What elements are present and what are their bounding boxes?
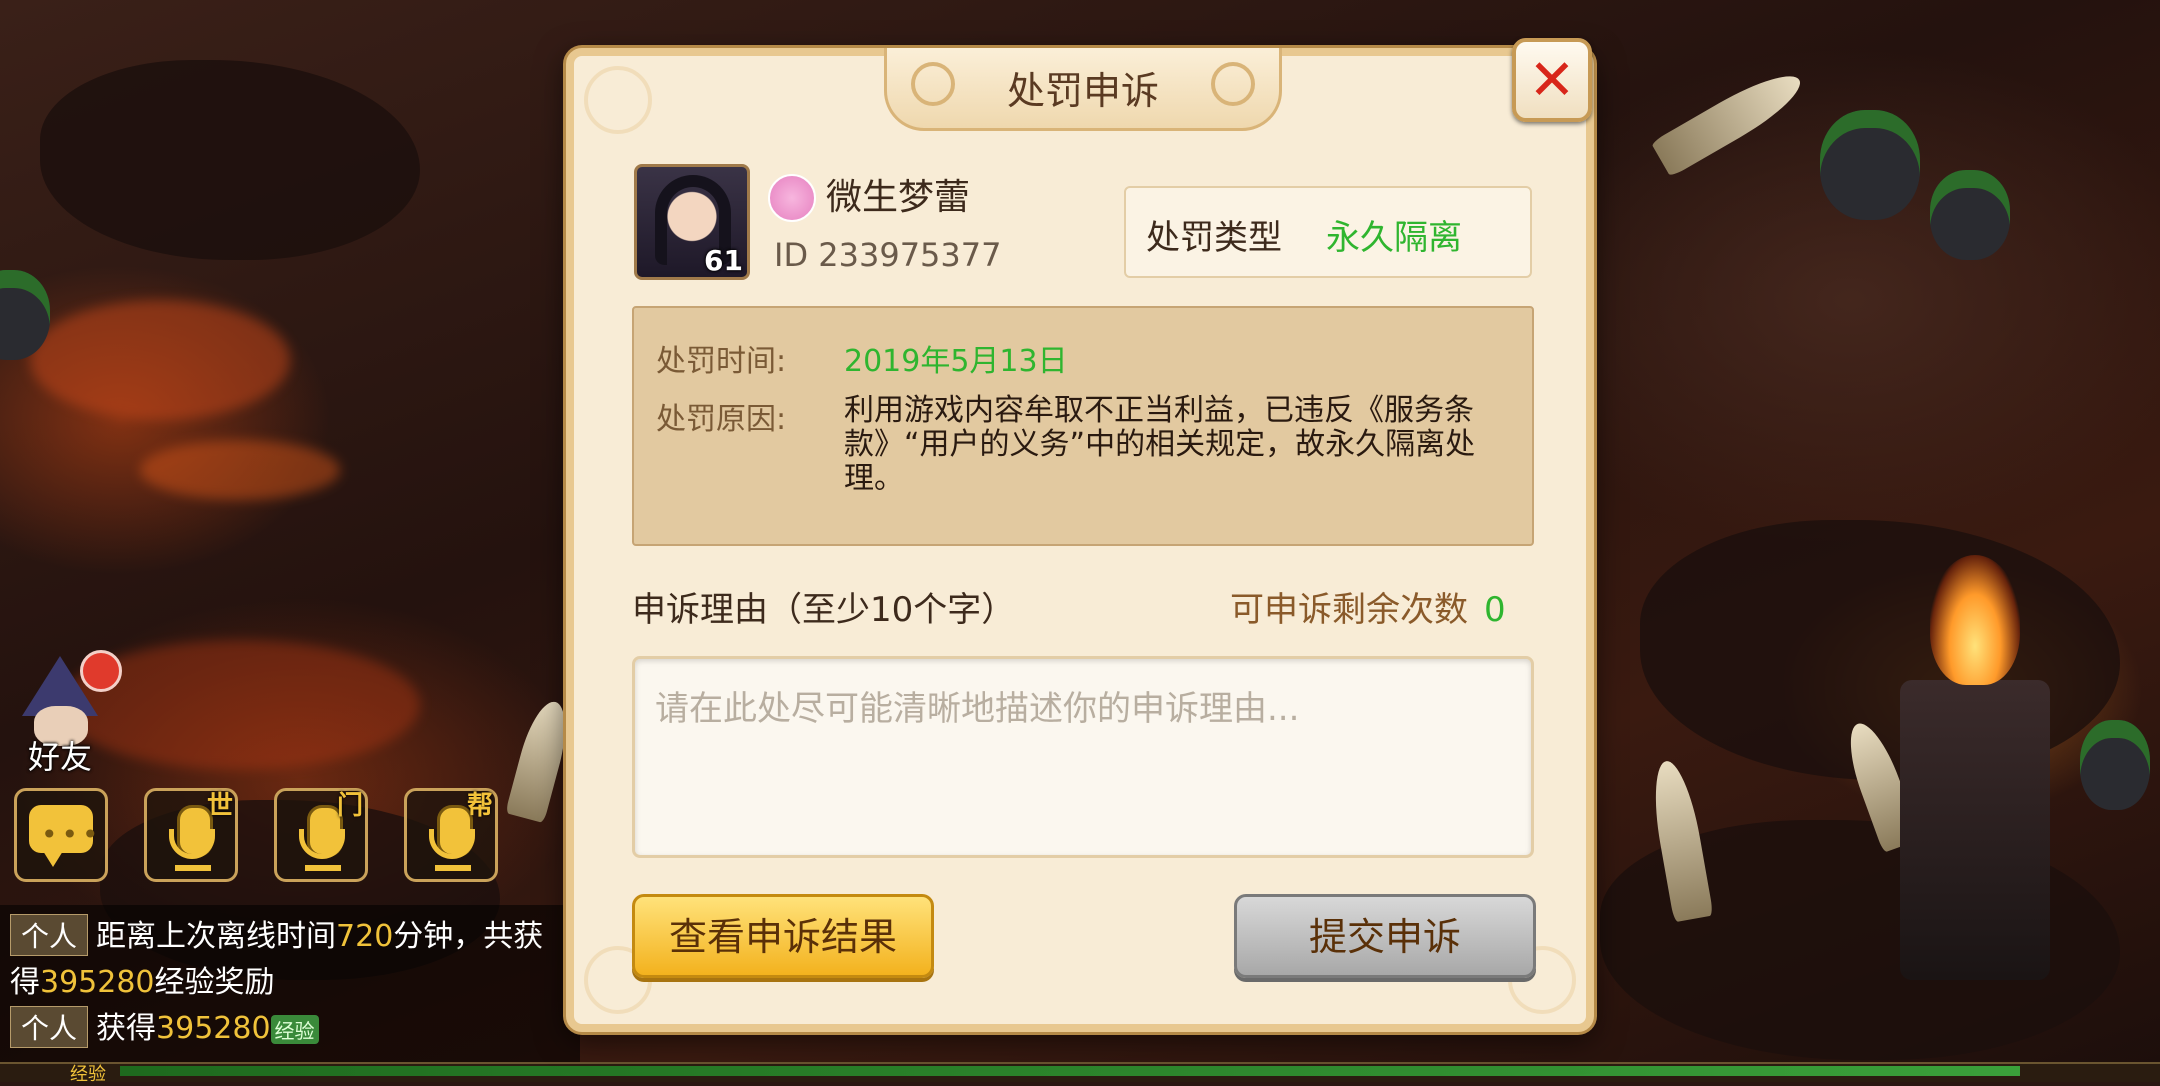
player-avatar: 61 <box>634 164 750 280</box>
voice-sect-button[interactable]: 门 <box>274 788 368 882</box>
remaining-appeals-count: 0 <box>1484 590 1506 630</box>
voice-world-button[interactable]: 世 <box>144 788 238 882</box>
appeal-reason-input[interactable] <box>632 656 1534 858</box>
voice-guild-button[interactable]: 帮 <box>404 788 498 882</box>
female-icon <box>768 174 816 222</box>
channel-tag: 个人 <box>10 914 89 956</box>
player-level: 61 <box>704 244 743 277</box>
voice-sect-tag: 门 <box>336 791 363 821</box>
voice-world-tag: 世 <box>206 791 233 821</box>
friends-label: 好友 <box>28 738 93 776</box>
player-name: 微生梦蕾 <box>826 177 971 218</box>
dialog-title-tab: 处罚申诉 <box>884 48 1282 131</box>
chat-line: 个人 距离上次离线时间720分钟，共获 <box>10 911 543 956</box>
exp-badge: 经验 <box>270 1015 319 1044</box>
chat-button[interactable]: ••• <box>14 788 108 882</box>
torch-fire <box>1930 555 2020 685</box>
punishment-type-label: 处罚类型 <box>1146 218 1282 258</box>
swirl-ornament-icon <box>911 62 955 106</box>
punishment-time-label: 处罚时间: <box>656 344 787 379</box>
voice-guild-tag: 帮 <box>466 791 493 821</box>
exp-bar-label: 经验 <box>70 1064 106 1085</box>
punishment-reason-value: 利用游戏内容牟取不正当利益，已违反《服务条款》“用户的义务”中的相关规定，故永久… <box>844 393 1476 496</box>
remaining-appeals: 可申诉剩余次数 0 <box>1230 590 1506 630</box>
channel-tag: 个人 <box>10 1006 89 1048</box>
chat-line: 个人 获得395280 经验 <box>10 1003 319 1048</box>
punishment-reason-label: 处罚原因: <box>656 402 787 437</box>
friends-button[interactable]: 好友 <box>14 650 122 776</box>
appeal-reason-label: 申诉理由（至少10个字） <box>632 590 1016 630</box>
submit-appeal-button[interactable]: 提交申诉 <box>1234 894 1536 978</box>
punishment-time-value: 2019年5月13日 <box>844 344 1068 379</box>
exp-bar: 经验 <box>0 1062 2160 1085</box>
chat-log[interactable]: 个人 距离上次离线时间720分钟，共获 得395280经验奖励 个人 获得39528… <box>0 905 580 1065</box>
close-icon: ✕ <box>1528 48 1576 113</box>
appeal-dialog: 处罚申诉 61 微生梦蕾 ID 233975377 处罚类型 永久隔离 处罚时间… <box>566 48 1594 1032</box>
player-id: ID 233975377 <box>774 236 1002 274</box>
close-button[interactable]: ✕ <box>1512 38 1592 122</box>
view-appeal-result-button[interactable]: 查看申诉结果 <box>632 894 934 978</box>
notification-dot <box>80 650 122 692</box>
swirl-ornament-icon <box>1211 62 1255 106</box>
chat-line: 得395280经验奖励 <box>10 965 275 1000</box>
punishment-type-box: 处罚类型 永久隔离 <box>1124 186 1532 278</box>
punishment-type-value: 永久隔离 <box>1326 218 1462 258</box>
punishment-info-box: 处罚时间: 2019年5月13日 处罚原因: 利用游戏内容牟取不正当利益，已违反… <box>632 306 1534 546</box>
